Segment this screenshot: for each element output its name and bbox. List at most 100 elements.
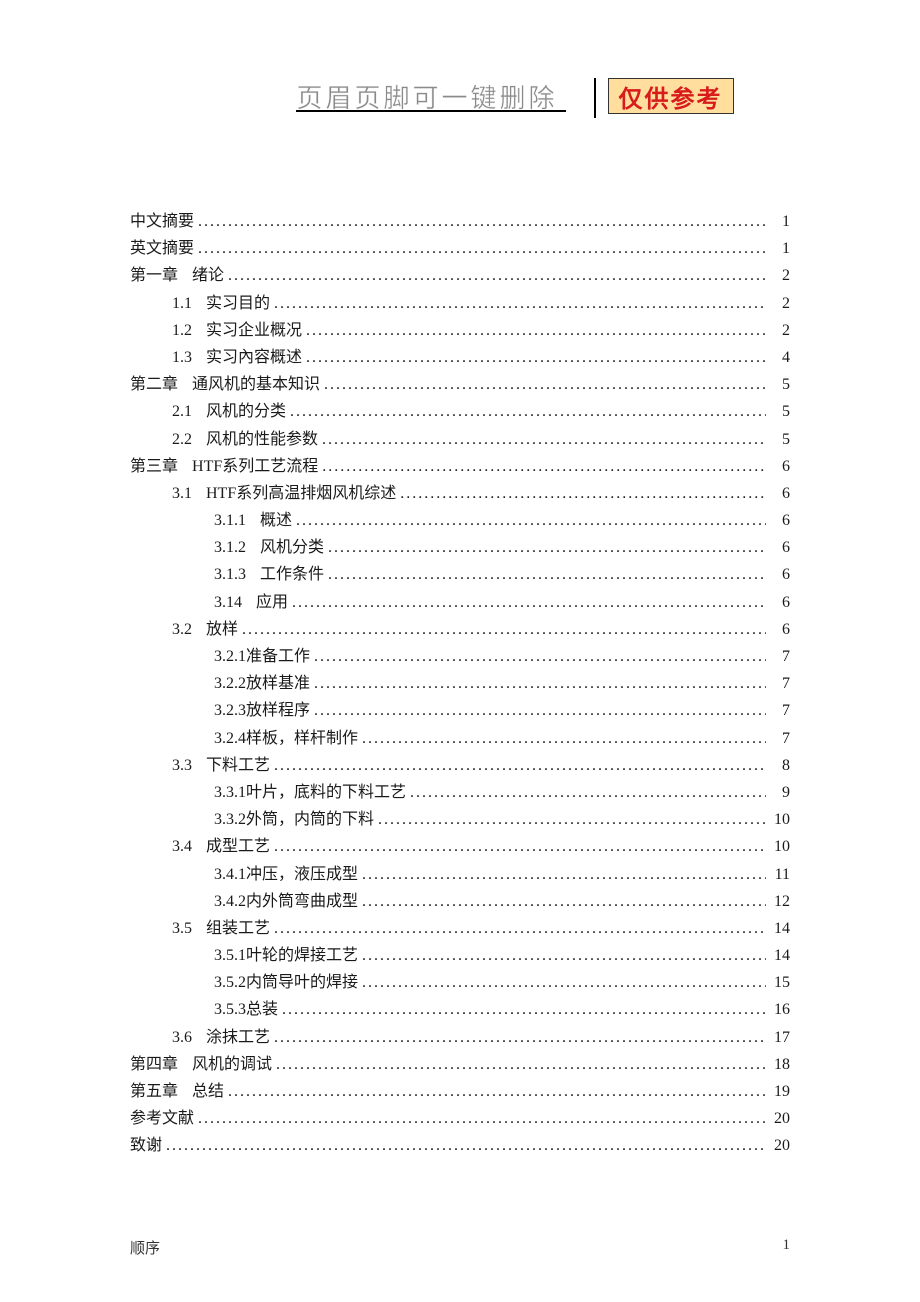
toc-leader: [194, 208, 770, 235]
toc-label: 风机的性能参数: [192, 426, 318, 453]
toc-label: 参考文献: [130, 1105, 194, 1132]
toc-label: 实习企业概况: [192, 317, 302, 344]
toc-leader: [324, 534, 770, 561]
toc-number: 3.1.1: [214, 507, 246, 534]
toc-page: 1: [770, 235, 790, 262]
toc-entry: 致谢20: [130, 1132, 790, 1159]
toc-page: 18: [770, 1051, 790, 1078]
toc-number: 1.2: [172, 317, 192, 344]
toc-number: 第五章: [130, 1078, 178, 1105]
toc-leader: [318, 453, 770, 480]
toc-label: 绪论: [178, 262, 224, 289]
footer-left: 顺序: [130, 1237, 160, 1258]
toc-leader: [396, 480, 770, 507]
toc-leader: [270, 1024, 770, 1051]
toc-page: 14: [770, 942, 790, 969]
toc-number: 3.4.2内外筒弯曲成型: [214, 888, 358, 915]
toc-page: 20: [770, 1132, 790, 1159]
toc-page: 6: [770, 480, 790, 507]
toc-number: 3.4.1冲压，液压成型: [214, 861, 358, 888]
toc-number: 2.1: [172, 398, 192, 425]
toc-leader: [310, 643, 770, 670]
toc-entry: 中文摘要1: [130, 208, 790, 235]
toc-number: 3.3.2外筒，内筒的下料: [214, 806, 374, 833]
document-page: 页眉页脚可一键删除 仅供参考 中文摘要1英文摘要1第一章绪论21.1实习目的21…: [0, 0, 920, 1302]
toc-leader: [278, 996, 770, 1023]
toc-leader: [310, 697, 770, 724]
toc-leader: [302, 344, 770, 371]
toc-number: 第四章: [130, 1051, 178, 1078]
toc-entry: 3.3下料工艺 8: [130, 752, 790, 779]
toc-number: 3.3.1叶片，底料的下料工艺: [214, 779, 406, 806]
table-of-contents: 中文摘要1英文摘要1第一章绪论21.1实习目的21.2实习企业概况21.3实习內…: [130, 208, 790, 1160]
toc-page: 17: [770, 1024, 790, 1051]
toc-label: HTF系列工艺流程: [178, 453, 318, 480]
toc-leader: [272, 1051, 770, 1078]
toc-leader: [358, 942, 770, 969]
toc-number: 3.4: [172, 833, 192, 860]
toc-entry: 第五章总结 19: [130, 1078, 790, 1105]
reference-badge: 仅供参考: [608, 78, 734, 114]
toc-entry: 3.2.1准备工作7: [130, 643, 790, 670]
toc-leader: [302, 317, 770, 344]
toc-label: 总结: [178, 1078, 224, 1105]
toc-page: 19: [770, 1078, 790, 1105]
toc-leader: [310, 670, 770, 697]
toc-leader: [358, 888, 770, 915]
toc-number: 3.14: [214, 589, 242, 616]
toc-entry: 3.5.1叶轮的焊接工艺14: [130, 942, 790, 969]
toc-label: 工作条件: [246, 561, 324, 588]
toc-label: 英文摘要: [130, 235, 194, 262]
toc-page: 6: [770, 534, 790, 561]
toc-entry: 1.1实习目的2: [130, 290, 790, 317]
toc-label: HTF系列高温排烟风机综述: [192, 480, 396, 507]
toc-label: 风机分类: [246, 534, 324, 561]
toc-leader: [358, 861, 770, 888]
toc-leader: [224, 1078, 770, 1105]
toc-leader: [162, 1132, 770, 1159]
toc-number: 3.1.3: [214, 561, 246, 588]
toc-entry: 3.5组装工艺14: [130, 915, 790, 942]
toc-entry: 3.5.3总装16: [130, 996, 790, 1023]
toc-number: 1.1: [172, 290, 192, 317]
toc-leader: [324, 561, 770, 588]
toc-number: 3.5.2内筒导叶的焊接: [214, 969, 358, 996]
toc-entry: 3.4.1冲压，液压成型 11: [130, 861, 790, 888]
toc-leader: [238, 616, 770, 643]
header-title: 页眉页脚可一键删除: [296, 78, 565, 112]
toc-page: 6: [770, 616, 790, 643]
toc-leader: [374, 806, 770, 833]
toc-label: 涂抹工艺: [192, 1024, 270, 1051]
toc-entry: 第四章风机的调试18: [130, 1051, 790, 1078]
toc-page: 5: [770, 371, 790, 398]
toc-number: 3.2: [172, 616, 192, 643]
toc-page: 8: [770, 752, 790, 779]
toc-page: 20: [770, 1105, 790, 1132]
toc-page: 12: [770, 888, 790, 915]
toc-number: 3.5: [172, 915, 192, 942]
toc-leader: [292, 507, 770, 534]
toc-page: 7: [770, 725, 790, 752]
toc-number: 第一章: [130, 262, 178, 289]
toc-entry: 3.6涂抹工艺17: [130, 1024, 790, 1051]
toc-leader: [270, 833, 770, 860]
toc-page: 9: [770, 779, 790, 806]
toc-entry: 3.3.1叶片，底料的下料工艺 9: [130, 779, 790, 806]
toc-entry: 3.2放样6: [130, 616, 790, 643]
toc-leader: [270, 915, 770, 942]
toc-label: 实习目的: [192, 290, 270, 317]
toc-label: 下料工艺: [192, 752, 270, 779]
toc-page: 10: [770, 806, 790, 833]
toc-label: 成型工艺: [192, 833, 270, 860]
toc-page: 11: [770, 861, 790, 888]
toc-number: 3.2.4样板，样杆制作: [214, 725, 358, 752]
toc-number: 3.3: [172, 752, 192, 779]
footer-page-number: 1: [783, 1237, 791, 1258]
toc-page: 15: [770, 969, 790, 996]
toc-label: 风机的分类: [192, 398, 286, 425]
toc-page: 2: [770, 317, 790, 344]
toc-number: 第二章: [130, 371, 178, 398]
toc-entry: 3.4.2内外筒弯曲成型 12: [130, 888, 790, 915]
toc-page: 6: [770, 507, 790, 534]
toc-page: 5: [770, 398, 790, 425]
